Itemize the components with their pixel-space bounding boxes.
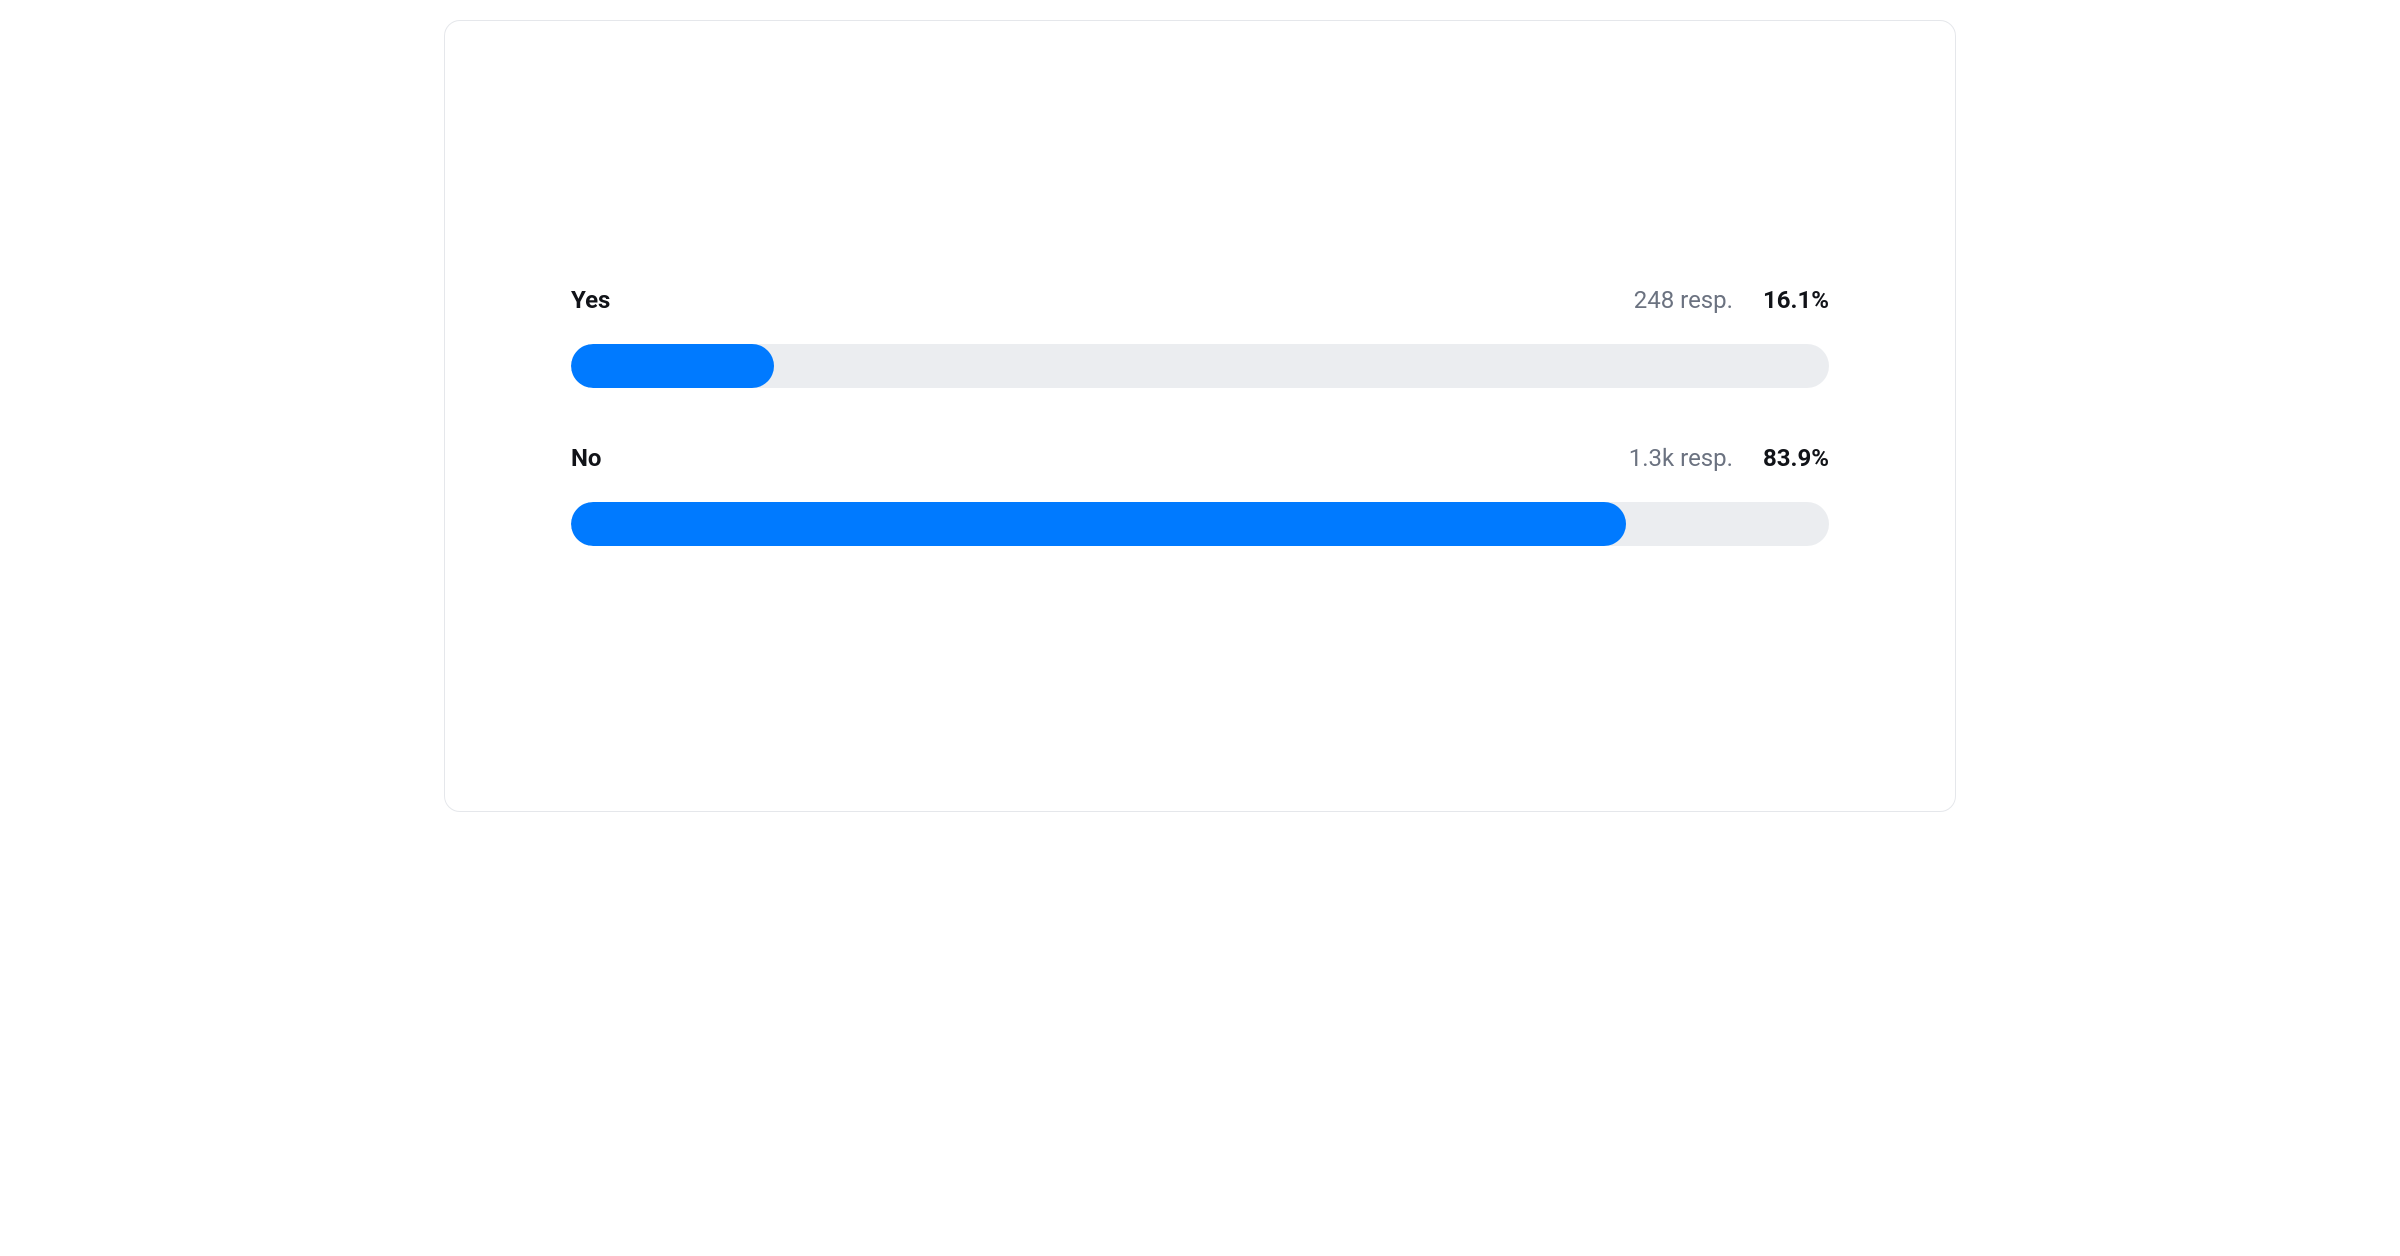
- bar-track: [571, 502, 1829, 546]
- option-label: Yes: [571, 286, 610, 314]
- row-header: Yes 248 resp. 16.1%: [571, 286, 1829, 314]
- option-label: No: [571, 444, 601, 472]
- bar-fill: [571, 502, 1626, 546]
- result-row-no: No 1.3k resp. 83.9%: [571, 444, 1829, 546]
- row-header: No 1.3k resp. 83.9%: [571, 444, 1829, 472]
- response-count: 1.3k resp.: [1629, 444, 1733, 472]
- poll-results-card: Yes 248 resp. 16.1% No 1.3k resp. 83.9%: [444, 20, 1956, 812]
- bar-fill: [571, 344, 774, 388]
- percentage-value: 83.9%: [1763, 444, 1829, 472]
- percentage-value: 16.1%: [1763, 286, 1829, 314]
- result-row-yes: Yes 248 resp. 16.1%: [571, 286, 1829, 388]
- option-stats: 248 resp. 16.1%: [1634, 286, 1829, 314]
- option-stats: 1.3k resp. 83.9%: [1629, 444, 1829, 472]
- response-count: 248 resp.: [1634, 286, 1733, 314]
- bar-track: [571, 344, 1829, 388]
